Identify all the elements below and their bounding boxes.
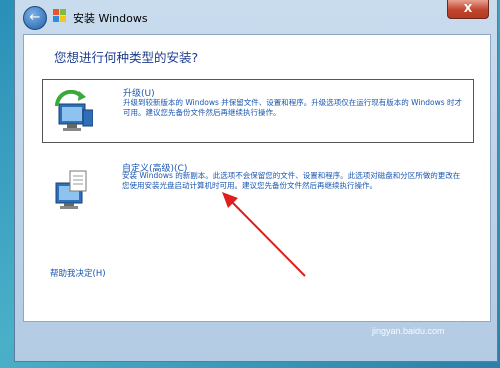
watermark-url: jingyan.baidu.com	[372, 326, 445, 336]
baidu-watermark: Bai du 经验 jingyan.baidu.com	[366, 294, 476, 344]
watermark-logo: Bai du 经验	[366, 302, 473, 324]
